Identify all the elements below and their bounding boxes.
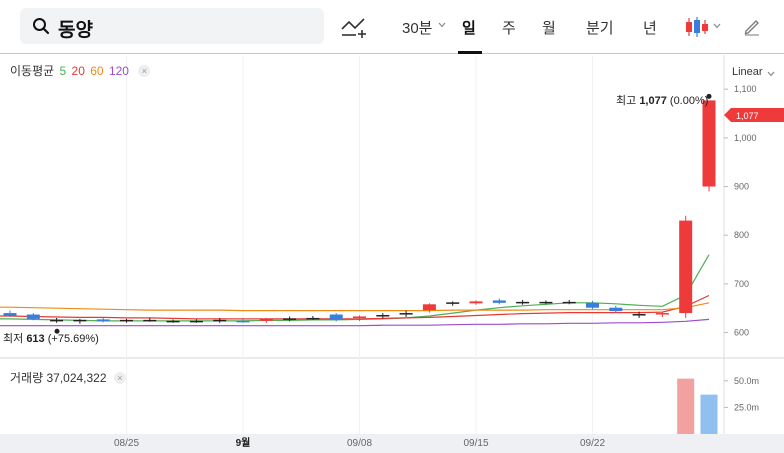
ma-line-60 xyxy=(0,302,710,312)
volume-axis: 25.0m 50.0m xyxy=(724,376,759,412)
volume-legend: 거래량 37,024,322 × xyxy=(10,369,126,386)
trend-line-tool-icon[interactable] xyxy=(340,15,368,39)
volume-title: 거래량 xyxy=(10,371,44,385)
chevron-down-icon[interactable] xyxy=(713,23,721,29)
candle-body xyxy=(562,301,576,304)
current-price-tag: 1,077 xyxy=(724,108,784,122)
high-value: 1,077 xyxy=(639,95,667,107)
candle-body xyxy=(609,307,623,312)
high-price-label: 최고 1,077 (0.00%) xyxy=(616,92,708,108)
close-icon[interactable]: × xyxy=(138,65,151,77)
price-chart[interactable]: 600 700 800 900 1,000 1,100 25.0m 50.0m 08/25 9… xyxy=(0,55,784,453)
candle-body xyxy=(586,302,599,308)
date-label: 08/25 xyxy=(114,438,139,449)
current-price-label: 1,077 xyxy=(736,111,759,121)
period-30min-dropdown[interactable]: 30분 xyxy=(402,17,433,38)
pencil-icon[interactable] xyxy=(742,16,762,36)
candle-body xyxy=(236,320,250,323)
chevron-down-icon[interactable] xyxy=(767,71,775,77)
price-tick-label: 700 xyxy=(734,279,749,289)
high-low-markers xyxy=(54,93,712,334)
high-change: (0.00%) xyxy=(669,95,709,107)
candle-body xyxy=(655,313,669,315)
candle-body xyxy=(446,302,460,304)
ma-20-label: 20 xyxy=(71,64,85,78)
candlestick-type-icon[interactable] xyxy=(684,15,710,39)
volume-bar xyxy=(700,394,718,434)
low-prefix: 최저 xyxy=(3,333,24,345)
candle-body xyxy=(702,100,716,187)
chevron-down-icon[interactable] xyxy=(438,22,446,28)
candle-body xyxy=(516,301,530,304)
price-tick-label: 1,000 xyxy=(734,133,757,143)
candle-body xyxy=(492,300,506,303)
chart-grid xyxy=(0,55,784,453)
candle-body xyxy=(679,220,693,314)
volume-value: 37,024,322 xyxy=(46,371,107,385)
candle-body xyxy=(120,319,133,322)
moving-average-lines xyxy=(0,254,710,327)
volume-tick-label: 25.0m xyxy=(734,402,759,412)
low-value: 613 xyxy=(26,333,45,345)
scale-dropdown[interactable]: Linear xyxy=(732,66,763,78)
candle-body xyxy=(283,318,297,320)
candle-body xyxy=(26,314,40,319)
volume-bar xyxy=(677,378,695,434)
stock-search-box[interactable]: 동양 xyxy=(20,8,324,44)
date-label: 09/15 xyxy=(463,438,488,449)
candle-body xyxy=(73,319,87,322)
volume-bars xyxy=(677,378,718,434)
price-tick-label: 800 xyxy=(734,230,749,240)
ma-title: 이동평균 xyxy=(10,64,55,78)
close-icon[interactable]: × xyxy=(113,372,126,384)
search-icon xyxy=(33,18,50,35)
candle-body xyxy=(213,319,227,322)
candle-body xyxy=(632,314,646,316)
price-tick-label: 1,100 xyxy=(734,84,757,94)
candle-body xyxy=(143,319,157,322)
candle-body xyxy=(469,301,483,304)
volume-tick-label: 50.0m xyxy=(734,376,759,386)
selected-period-underline xyxy=(458,51,482,54)
candle-body xyxy=(166,320,180,323)
period-tab-month[interactable]: 월 xyxy=(542,17,556,38)
moving-average-legend: 이동평균 5 20 60 120 × xyxy=(10,62,152,79)
period-tab-week[interactable]: 주 xyxy=(502,17,516,38)
candle-body xyxy=(539,301,553,304)
price-axis: 600 700 800 900 1,000 1,100 xyxy=(724,84,757,338)
candle-body xyxy=(189,320,203,323)
date-label: 09/08 xyxy=(347,438,372,449)
candle-body xyxy=(376,315,390,317)
search-query[interactable]: 동양 xyxy=(58,15,93,42)
candle-body xyxy=(50,319,64,322)
period-tab-day[interactable]: 일 xyxy=(462,17,476,38)
candle-body xyxy=(3,313,17,316)
candle-body xyxy=(306,317,320,320)
ma-120-label: 120 xyxy=(108,64,129,78)
candle-body xyxy=(329,314,343,320)
price-tick-label: 900 xyxy=(734,182,749,192)
candle-body xyxy=(96,319,110,322)
candle-body xyxy=(422,304,436,311)
date-label: 9월 xyxy=(236,437,251,449)
ma-5-label: 5 xyxy=(59,64,67,78)
low-change: (+75.69%) xyxy=(47,333,99,345)
candle-body xyxy=(399,313,413,315)
ma-line-20 xyxy=(0,294,710,320)
period-tab-quarter[interactable]: 분기 xyxy=(586,17,614,38)
ma-60-label: 60 xyxy=(90,64,104,78)
price-tick-label: 600 xyxy=(734,328,749,338)
chart-toolbar: 동양 30분 일 주 월 분기 년 xyxy=(0,0,784,54)
date-label: 09/22 xyxy=(580,438,605,449)
high-prefix: 최고 xyxy=(616,95,637,107)
low-price-label: 최저 613 (+75.69%) xyxy=(3,330,99,346)
candle-body xyxy=(353,316,366,318)
period-tab-year[interactable]: 년 xyxy=(643,17,657,38)
candle-body xyxy=(259,319,273,321)
